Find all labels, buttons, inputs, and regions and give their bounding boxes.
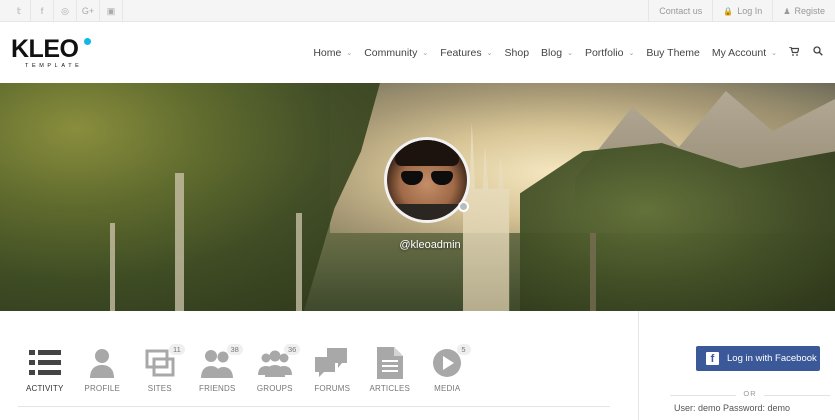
cover-trunk [110, 223, 115, 311]
google-plus-icon[interactable]: G+ [77, 0, 100, 22]
avatar[interactable] [384, 137, 470, 223]
tab-label: PROFILE [84, 384, 121, 393]
contact-us-link[interactable]: Contact us [648, 0, 712, 22]
nav-item-portfolio[interactable]: Portfolio ⌄ [579, 47, 640, 59]
logo-dot [84, 38, 91, 45]
user-plus-icon: ♟ [783, 6, 791, 16]
profile-content: ACTIVITY PROFILE 11 SITES 38 FRIENDS 36 [0, 311, 835, 420]
article-icon [373, 347, 407, 379]
nav-label: Features [440, 46, 482, 59]
youtube-icon[interactable]: ▣ [100, 0, 123, 22]
main-nav: Home ⌄ Community ⌄ Features ⌄ Shop Blog ⌄ Po… [307, 22, 835, 83]
tab-label: MEDIA [434, 384, 461, 393]
profile-tabs: ACTIVITY PROFILE 11 SITES 38 FRIENDS 36 [16, 344, 477, 393]
tab-media[interactable]: 5 MEDIA [419, 344, 477, 393]
tab-friends[interactable]: 38 FRIENDS [189, 344, 247, 393]
facebook-icon: f [706, 352, 719, 365]
site-header: KLEO TEMPLATE Home ⌄ Community ⌄ Features ⌄… [0, 22, 835, 83]
chevron-down-icon: ⌄ [422, 49, 429, 57]
chevron-down-icon: ⌄ [628, 49, 635, 57]
tab-badge: 5 [456, 344, 471, 355]
cover-trees-left [0, 83, 380, 311]
chevron-down-icon: ⌄ [486, 49, 493, 57]
logo-subtitle: TEMPLATE [25, 63, 83, 69]
top-bar: 𝕥 f ◎ G+ ▣ Contact us 🔒 Log In ♟ Registe [0, 0, 835, 22]
tab-badge: 11 [169, 344, 185, 355]
cover-trunk [296, 213, 302, 311]
cart-icon[interactable] [783, 45, 805, 59]
nav-item-shop[interactable]: Shop [499, 47, 536, 59]
avatar-sunglasses [401, 171, 453, 185]
nav-label: Community [364, 46, 418, 59]
lock-icon: 🔒 [723, 6, 734, 16]
nav-item-buy-theme[interactable]: Buy Theme [640, 47, 706, 59]
social-links: 𝕥 f ◎ G+ ▣ [8, 0, 123, 22]
nav-item-my-account[interactable]: My Account ⌄ [706, 47, 783, 59]
online-status-dot [458, 201, 469, 212]
tab-groups[interactable]: 36 GROUPS [246, 344, 304, 393]
facebook-login-label: Log in with Facebook [727, 353, 817, 364]
tab-label: FRIENDS [198, 384, 236, 393]
logo-word: KLEO [11, 35, 79, 63]
tab-badge: 36 [284, 344, 301, 355]
avatar-shirt [387, 204, 467, 220]
nav-label: Home [313, 46, 342, 59]
nav-label: Blog [541, 46, 563, 59]
nav-label: Shop [504, 46, 530, 59]
cover-trunk [590, 233, 596, 311]
nav-item-blog[interactable]: Blog ⌄ [535, 47, 579, 59]
facebook-icon[interactable]: f [31, 0, 54, 22]
cover-trunk [175, 173, 184, 311]
tab-activity[interactable]: ACTIVITY [16, 347, 74, 393]
chevron-down-icon: ⌄ [771, 49, 777, 57]
or-separator: OR [670, 389, 830, 401]
nav-label: My Account [711, 46, 767, 59]
search-icon[interactable] [805, 46, 835, 59]
avatar-photo [387, 140, 467, 220]
nav-label: Portfolio [584, 46, 624, 59]
sidebar-divider [638, 311, 639, 420]
nav-label: Buy Theme [646, 46, 700, 59]
tab-label: SITES [147, 384, 172, 393]
tab-articles[interactable]: ARTICLES [361, 347, 419, 393]
avatar-hair [395, 140, 459, 166]
nav-item-community[interactable]: Community ⌄ [358, 47, 434, 59]
or-label: OR [743, 389, 757, 398]
chevron-down-icon: ⌄ [567, 49, 573, 57]
forums-icon [315, 347, 349, 379]
chevron-down-icon: ⌄ [346, 49, 353, 57]
demo-credentials: User: demo Password: demo [674, 403, 791, 413]
tab-label: FORUMS [314, 384, 351, 393]
tab-label: ACTIVITY [25, 384, 64, 393]
person-icon [85, 347, 119, 379]
nav-item-features[interactable]: Features ⌄ [434, 47, 498, 59]
cover-trees-right [520, 143, 835, 311]
register-label: Registe [794, 6, 825, 16]
tab-label: ARTICLES [369, 384, 411, 393]
tab-sites[interactable]: 11 SITES [131, 344, 189, 393]
profile-username[interactable]: @kleoadmin [390, 239, 470, 251]
activity-list-icon [28, 347, 62, 379]
register-link[interactable]: ♟ Registe [772, 0, 835, 22]
tab-profile[interactable]: PROFILE [74, 347, 132, 393]
tab-badge: 38 [226, 344, 243, 355]
login-link[interactable]: 🔒 Log In [712, 0, 772, 22]
nav-item-home[interactable]: Home ⌄ [307, 47, 358, 59]
tab-forums[interactable]: FORUMS [304, 347, 362, 393]
tab-label: GROUPS [256, 384, 293, 393]
twitter-icon[interactable]: 𝕥 [8, 0, 31, 22]
dribbble-icon[interactable]: ◎ [54, 0, 77, 22]
tabs-divider [18, 406, 610, 407]
login-label: Log In [737, 6, 763, 16]
profile-cover-image: @kleoadmin [0, 83, 835, 311]
site-logo[interactable]: KLEO TEMPLATE [11, 35, 91, 69]
facebook-login-button[interactable]: f Log in with Facebook [696, 346, 820, 371]
